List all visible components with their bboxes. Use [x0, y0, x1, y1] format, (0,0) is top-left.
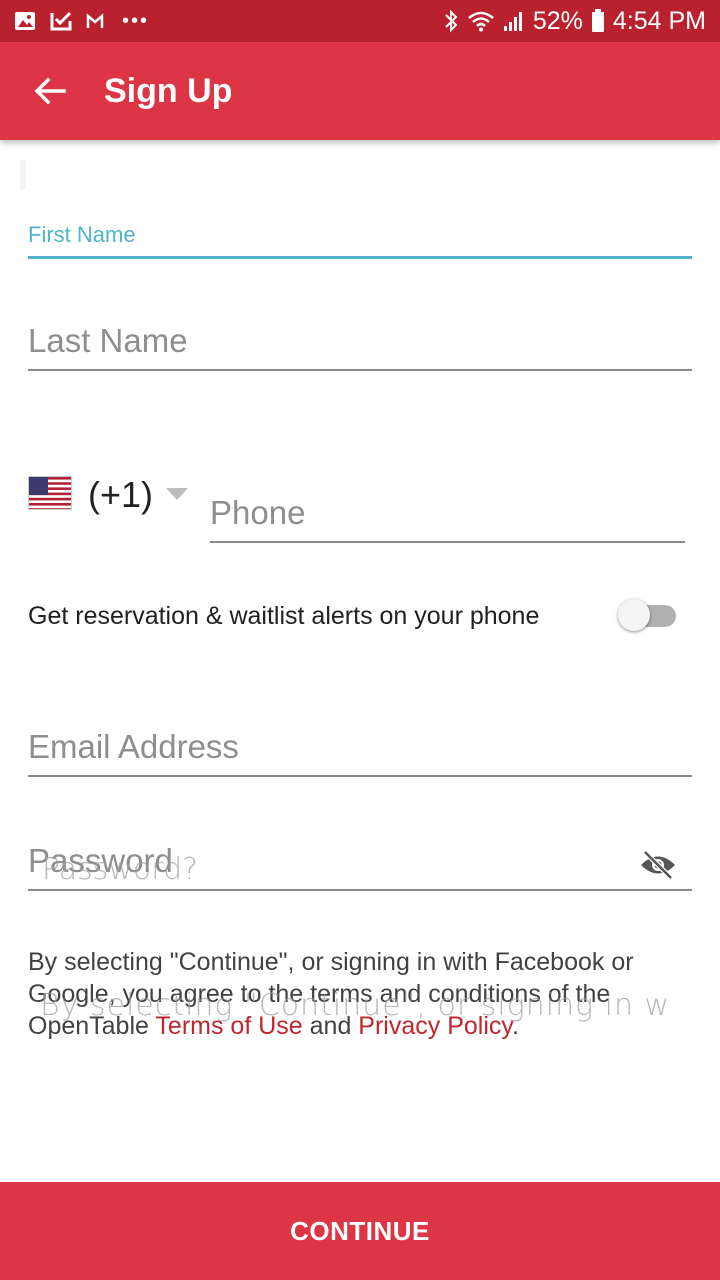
wifi-icon	[467, 10, 495, 32]
last-name-placeholder: Last Name	[28, 322, 188, 359]
us-flag-icon[interactable]	[28, 476, 72, 510]
clock: 4:54 PM	[612, 6, 706, 35]
faint-artifact	[20, 160, 26, 190]
phone-placeholder: Phone	[210, 494, 306, 531]
first-name-label: First Name	[28, 222, 136, 247]
password-underline	[28, 889, 692, 891]
continue-button[interactable]: CONTINUE	[0, 1182, 720, 1280]
email-placeholder: Email Address	[28, 728, 239, 765]
toggle-password-visibility[interactable]	[638, 848, 678, 882]
app-bar: Sign Up	[0, 42, 720, 140]
last-name-underline	[28, 369, 692, 371]
alerts-toggle[interactable]	[618, 599, 676, 631]
status-bar: ••• 52% 4:54 PM	[0, 0, 720, 42]
back-button[interactable]	[30, 71, 70, 111]
battery-percent: 52%	[532, 6, 583, 35]
last-name-field[interactable]: Last Name	[28, 322, 692, 372]
email-underline	[28, 775, 692, 777]
page-title: Sign Up	[104, 71, 233, 110]
toggle-thumb	[618, 599, 650, 631]
country-dropdown-icon[interactable]	[166, 488, 188, 500]
inbox-check-icon	[50, 11, 72, 31]
more-notifications-icon: •••	[122, 9, 150, 32]
terms-ghost-text: By selecting "Continue", or signing in w	[40, 988, 671, 1023]
gallery-icon	[14, 11, 36, 31]
phone-row: (+1) Phone	[28, 470, 688, 550]
eye-off-icon	[641, 850, 675, 880]
phone-field[interactable]: Phone	[210, 494, 685, 544]
first-name-underline	[28, 256, 692, 259]
password-ghost-text: Password?	[42, 852, 199, 887]
battery-icon	[591, 9, 605, 33]
alerts-label: Get reservation & waitlist alerts on you…	[28, 601, 540, 630]
email-field[interactable]: Email Address	[28, 728, 692, 778]
first-name-field[interactable]: First Name	[28, 222, 692, 262]
gmail-icon	[86, 13, 104, 29]
password-field[interactable]: Password Password?	[28, 842, 692, 892]
bluetooth-icon	[443, 9, 459, 33]
phone-underline	[210, 541, 685, 543]
alerts-row: Get reservation & waitlist alerts on you…	[28, 594, 676, 638]
signal-icon	[503, 10, 525, 32]
country-code[interactable]: (+1)	[88, 474, 153, 516]
arrow-left-icon	[34, 77, 66, 105]
